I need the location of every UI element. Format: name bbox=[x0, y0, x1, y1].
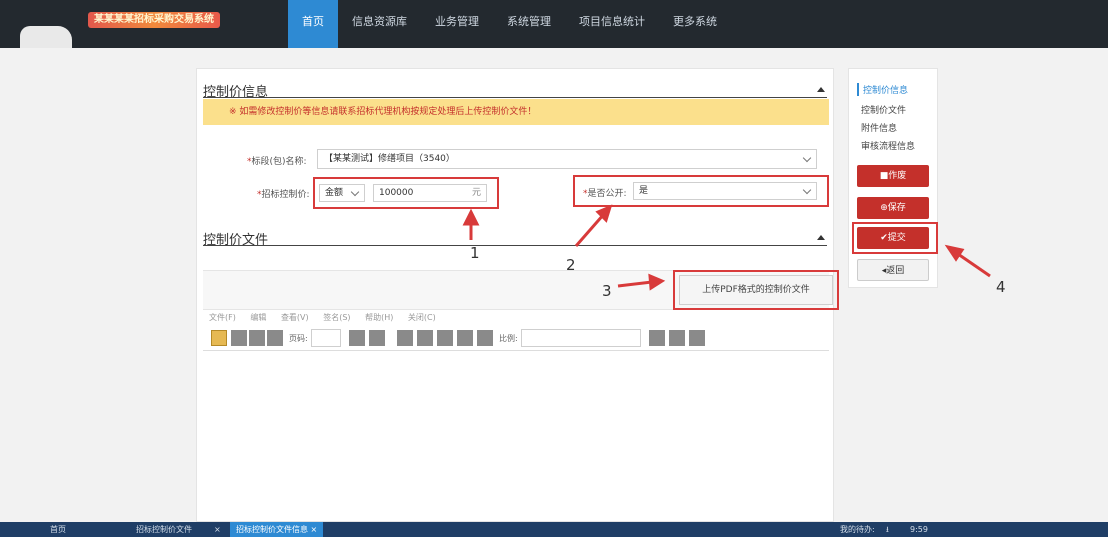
taskbar-tab-file-info-label: 招标控制价文件信息 bbox=[236, 525, 308, 534]
taskbar-time: 9:59 bbox=[910, 525, 928, 534]
arrow-2 bbox=[574, 213, 606, 247]
arrow-3 bbox=[617, 280, 653, 288]
download-icon[interactable]: ⭳ bbox=[886, 522, 889, 537]
annotation-number-2: 2 bbox=[566, 256, 576, 274]
taskbar-tab-file-info[interactable]: 招标控制价文件信息 × bbox=[230, 522, 324, 537]
bottom-taskbar: 首页 招标控制价文件 × 招标控制价文件信息 × 我的待办: ⭳ 9:59 bbox=[0, 522, 1108, 537]
arrow-3-head bbox=[648, 273, 666, 291]
taskbar-tab-file[interactable]: 招标控制价文件 bbox=[136, 522, 192, 537]
annotation-number-1: 1 bbox=[470, 244, 480, 262]
taskbar-home[interactable]: 首页 bbox=[50, 522, 66, 537]
arrow-1-head bbox=[462, 208, 480, 226]
close-icon[interactable]: × bbox=[214, 522, 221, 537]
arrow-4 bbox=[957, 252, 991, 278]
arrow-4-head bbox=[944, 244, 965, 262]
annotation-number-3: 3 bbox=[602, 282, 612, 300]
taskbar-todo-label[interactable]: 我的待办: bbox=[840, 522, 875, 537]
annotation-number-4: 4 bbox=[996, 278, 1006, 296]
annotation-arrows bbox=[462, 204, 991, 291]
